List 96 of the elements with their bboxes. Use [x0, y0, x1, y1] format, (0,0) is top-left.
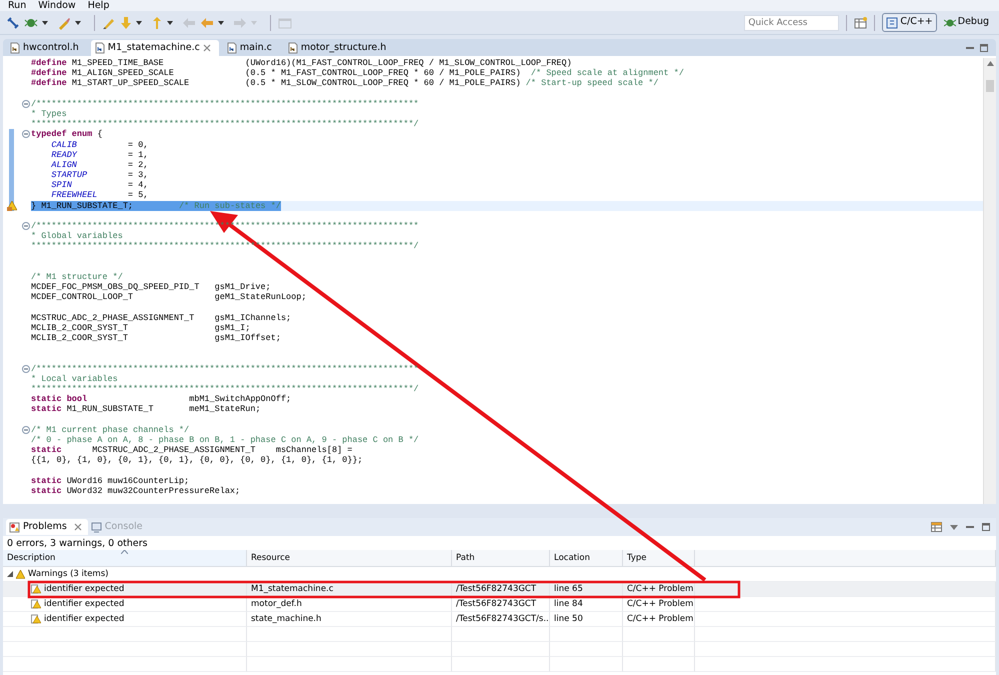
menu-item[interactable]: Window — [38, 0, 76, 11]
scroll-up-icon[interactable] — [987, 61, 994, 66]
quick-access-field[interactable]: Quick Access — [744, 14, 840, 30]
code-line: CALIB = 0, — [50, 140, 150, 150]
code-line: MCLIB_2_COOR_SYST_T gsM1_IOffset; — [31, 333, 282, 344]
perspective-button[interactable]: C/C++ — [882, 13, 937, 32]
group-label: Warnings (3 items) — [28, 568, 108, 580]
code-line: static UWord32 muw32CounterPressureRelax; — [31, 486, 242, 496]
code-line: #define M1_ALIGN_SPEED_SCALE (0.5 * M1_FAST_CONTROL_LOOP_FREQ * 60 / M1_POLE_PAIRS) /* Speed scale at alignment */ — [31, 68, 685, 78]
close-icon[interactable] — [202, 44, 211, 52]
code-line: FREEWHEEL = 5, — [50, 190, 150, 201]
code-line: MCDEF_FOC_PMSM_OBS_DQ_SPEED_PID_T gsM1_Drive; — [31, 282, 272, 292]
column-header[interactable]: Resource — [247, 550, 452, 567]
bug-icon — [944, 16, 956, 28]
table-cell[interactable]: state_machine.h — [251, 612, 322, 626]
warning-icon — [31, 599, 41, 609]
problems-icon — [9, 522, 20, 532]
caret-icon[interactable] — [218, 20, 224, 24]
column-header[interactable]: Path — [452, 550, 550, 567]
code-line: static M1_RUN_SUBSTATE_T meM1_StateRun; — [31, 404, 262, 415]
warning-icon — [31, 614, 41, 624]
perspective-icon — [886, 16, 898, 28]
code-line: {{1, 0}, {1, 0}, {0, 1}, {0, 1}, {0, 0}, {0, 0}, {1, 0}, {1, 0}}; — [31, 455, 364, 466]
code-line: /* M1 current phase channels */ — [31, 424, 190, 435]
maximize-icon[interactable] — [982, 523, 990, 531]
h-file-icon — [10, 42, 20, 54]
column-header[interactable]: Location — [550, 550, 623, 567]
code-line: ***************************************************************************/ — [31, 384, 420, 394]
empty-table-cell — [623, 657, 695, 672]
code-line: MCLIB_2_COOR_SYST_T gsM1_I; — [31, 322, 252, 334]
code-line: STARTUP = 3, — [50, 170, 150, 180]
code-line: * Global variables — [31, 231, 124, 242]
column-header[interactable]: Type — [623, 550, 695, 567]
close-icon[interactable] — [74, 523, 82, 531]
collapse-icon[interactable] — [22, 222, 30, 230]
code-line: static UWord16 muw16CounterLip; — [31, 476, 190, 486]
menu-item[interactable]: Help — [88, 0, 110, 11]
code-line: /* M1 structure */ — [31, 272, 124, 282]
collapse-icon[interactable] — [22, 130, 30, 138]
code-line: static bool mbM1_SwitchAppOnOff; — [31, 394, 292, 404]
collapse-icon[interactable] — [22, 364, 30, 373]
code-line: typedef enum { — [31, 129, 104, 140]
table-cell[interactable]: /Test56F82743GCT — [456, 597, 536, 611]
code-line: /* 0 - phase A on A, 8 - phase B on B, 1 - phase C on A, 9 - phase C on B */ — [31, 434, 420, 446]
warning-icon — [16, 570, 25, 578]
c-file-icon — [94, 42, 105, 54]
caret-icon[interactable] — [42, 20, 48, 24]
editor-tab[interactable]: M1_statemachine.c — [90, 40, 219, 56]
table-cell[interactable]: identifier expected — [44, 612, 124, 626]
menu-item[interactable]: Run — [8, 0, 26, 11]
monitor-icon — [90, 522, 102, 532]
code-line: #define M1_SPEED_TIME_BASE (UWord16)(M1_FAST_CONTROL_LOOP_FREQ / M1_SLOW_CONTROL_LOOP_FREQ) — [31, 58, 573, 68]
code-line: /*************************************************************************** — [31, 364, 420, 374]
table-cell[interactable]: line 84 — [554, 597, 583, 611]
collapse-icon[interactable] — [22, 426, 30, 434]
expanded-icon[interactable] — [7, 571, 13, 577]
code-line: ***************************************************************************/ — [31, 119, 420, 130]
table-cell[interactable]: identifier expected — [44, 597, 124, 611]
perspective-button[interactable]: Debug — [940, 13, 993, 32]
code-line: ALIGN = 2, — [50, 160, 150, 170]
code-line: MCSTRUC_ADC_2_PHASE_ASSIGNMENT_T gsM1_IChannels; — [31, 312, 292, 323]
code-line: SPIN = 4, — [50, 180, 150, 190]
editor-tab[interactable]: main.c — [222, 40, 280, 56]
maximize-icon[interactable] — [980, 44, 988, 52]
table-cell[interactable]: C/C++ Problem — [627, 612, 694, 626]
open-perspective-icon[interactable] — [854, 16, 868, 28]
panel-tab[interactable]: Problems — [6, 519, 88, 535]
code-line: static MCSTRUC_ADC_2_PHASE_ASSIGNMENT_T msChannels[8] = — [31, 445, 354, 456]
c-file-icon — [226, 42, 237, 54]
editor-tab[interactable]: hwcontrol.h — [6, 40, 87, 56]
warning-icon — [31, 584, 41, 594]
code-line: #define M1_START_UP_SPEED_SCALE (0.5 * M1_SLOW_CONTROL_LOOP_FREQ * 60 / M1_POLE_PAIRS) /* Start-up speed scale */ — [31, 78, 660, 89]
view-menu-icon[interactable] — [950, 524, 958, 530]
code-line: /*************************************************************************** — [31, 98, 420, 109]
caret-icon[interactable] — [75, 20, 81, 24]
h-file-icon — [288, 42, 298, 54]
caret-icon[interactable] — [136, 20, 142, 24]
table-cell[interactable]: C/C++ Problem — [627, 597, 694, 611]
collapse-icon[interactable] — [22, 100, 30, 108]
table-cell[interactable]: /Test56F82743GCT/s... — [456, 612, 549, 626]
table-cell[interactable]: line 50 — [554, 612, 583, 626]
scroll-thumb[interactable] — [986, 80, 994, 92]
caret-icon[interactable] — [167, 20, 173, 24]
code-line: * Local variables — [31, 374, 119, 384]
sort-icon — [121, 550, 128, 554]
code-line: * Types — [31, 108, 68, 120]
empty-table-cell — [623, 642, 695, 657]
column-header[interactable]: Description — [3, 550, 247, 567]
table-cell[interactable]: motor_def.h — [251, 597, 302, 611]
code-line: READY = 1, — [50, 150, 150, 160]
editor-tab[interactable]: motor_structure.h — [284, 40, 394, 56]
scrollbar[interactable] — [983, 58, 996, 504]
code-line: MCDEF_CONTROL_LOOP_T geM1_StateRunLoop; — [31, 292, 308, 302]
minimize-icon[interactable] — [966, 523, 974, 531]
problems-summary: 0 errors, 3 warnings, 0 others — [6, 537, 148, 550]
table-icon[interactable] — [931, 522, 942, 532]
